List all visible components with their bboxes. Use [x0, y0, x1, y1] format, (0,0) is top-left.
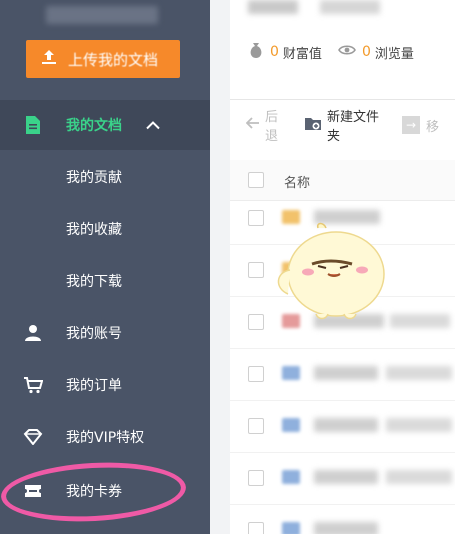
- content-gutter: [210, 0, 230, 534]
- file-icon: [282, 418, 300, 432]
- sidebar-item-my-documents[interactable]: 我的文档: [0, 99, 210, 151]
- mascot-sticker-icon: [270, 222, 392, 324]
- row-checkbox[interactable]: [248, 210, 264, 226]
- user-name-blurred: [46, 6, 158, 24]
- file-name-blurred: [314, 418, 378, 432]
- user-stats: 0 财富值 0 浏览量: [248, 40, 430, 64]
- sidebar-item-label: 我的收藏: [66, 222, 122, 238]
- sidebar-item-orders[interactable]: 我的订单: [0, 359, 210, 411]
- move-button-label: 移: [425, 119, 439, 135]
- new-folder-button[interactable]: 新建文件夹: [304, 106, 386, 144]
- new-folder-icon: [304, 115, 322, 135]
- sidebar-item-label: 我的贡献: [66, 170, 122, 186]
- file-name-blurred: [314, 366, 378, 380]
- sidebar-item-favorites[interactable]: 我的收藏: [0, 203, 210, 255]
- select-all-checkbox[interactable]: [248, 172, 264, 188]
- row-checkbox[interactable]: [248, 366, 264, 382]
- file-icon: [282, 470, 300, 484]
- sidebar-item-vip[interactable]: 我的VIP特权: [0, 411, 210, 463]
- new-folder-label: 新建文件夹: [326, 110, 379, 144]
- file-name-blurred: [386, 470, 452, 484]
- column-name-header: 名称: [284, 176, 311, 191]
- row-checkbox[interactable]: [248, 418, 264, 434]
- upload-button-label: 上传我的文档: [68, 50, 159, 69]
- sidebar-item-label: 我的账号: [66, 326, 122, 342]
- file-row[interactable]: [230, 504, 455, 534]
- file-row[interactable]: [230, 348, 455, 401]
- eye-icon: [338, 44, 356, 60]
- sidebar-item-contributions[interactable]: 我的贡献: [0, 151, 210, 203]
- sidebar-item-label: 我的VIP特权: [66, 430, 145, 446]
- header-divider: [230, 99, 455, 100]
- back-button[interactable]: 后退: [245, 106, 288, 144]
- upload-icon: [40, 48, 58, 70]
- views-stat: 0 浏览量: [338, 43, 414, 62]
- file-name-blurred: [386, 366, 452, 380]
- money-bag-icon: [248, 41, 264, 63]
- app-root: 上传我的文档 我的文档 我的贡献 我的收藏 我的下载 我的账号 我的订单 我的V…: [0, 0, 455, 534]
- file-name-blurred: [390, 314, 450, 328]
- cart-icon: [22, 374, 44, 396]
- row-checkbox[interactable]: [248, 470, 264, 486]
- diamond-icon: [22, 426, 44, 448]
- move-icon: →: [401, 116, 420, 134]
- move-button[interactable]: → 移: [401, 116, 439, 135]
- wealth-label: 财富值: [282, 46, 322, 62]
- file-icon: [282, 522, 300, 534]
- sidebar-item-label: 我的订单: [66, 378, 122, 394]
- user-icon: [22, 322, 44, 344]
- sidebar-item-label: 我的下载: [66, 274, 122, 290]
- upload-document-button[interactable]: 上传我的文档: [26, 40, 180, 78]
- back-button-label: 后退: [265, 110, 279, 144]
- file-row[interactable]: [230, 400, 455, 453]
- views-value: 0: [361, 44, 371, 60]
- breadcrumb-blurred: [248, 0, 298, 14]
- chevron-up-icon[interactable]: [146, 116, 160, 135]
- row-checkbox[interactable]: [248, 262, 264, 278]
- wealth-stat: 0 财富值: [248, 41, 322, 63]
- sidebar-item-downloads[interactable]: 我的下载: [0, 255, 210, 307]
- views-label: 浏览量: [374, 46, 414, 62]
- file-toolbar: 后退 新建文件夹 → 移: [245, 110, 455, 144]
- sidebar-item-account[interactable]: 我的账号: [0, 307, 210, 359]
- breadcrumb-blurred: [320, 0, 380, 14]
- file-row[interactable]: [230, 452, 455, 505]
- row-checkbox[interactable]: [248, 522, 264, 534]
- row-checkbox[interactable]: [248, 314, 264, 330]
- sidebar-item-label: 我的文档: [66, 118, 122, 134]
- document-icon: [22, 114, 44, 136]
- file-name-blurred: [314, 522, 378, 534]
- file-icon: [282, 366, 300, 380]
- sidebar: 上传我的文档 我的文档 我的贡献 我的收藏 我的下载 我的账号 我的订单 我的V…: [0, 0, 210, 534]
- file-name-blurred: [386, 418, 452, 432]
- back-arrow-icon: [245, 117, 260, 133]
- file-name-blurred: [314, 470, 378, 484]
- wealth-value: 0: [270, 44, 279, 60]
